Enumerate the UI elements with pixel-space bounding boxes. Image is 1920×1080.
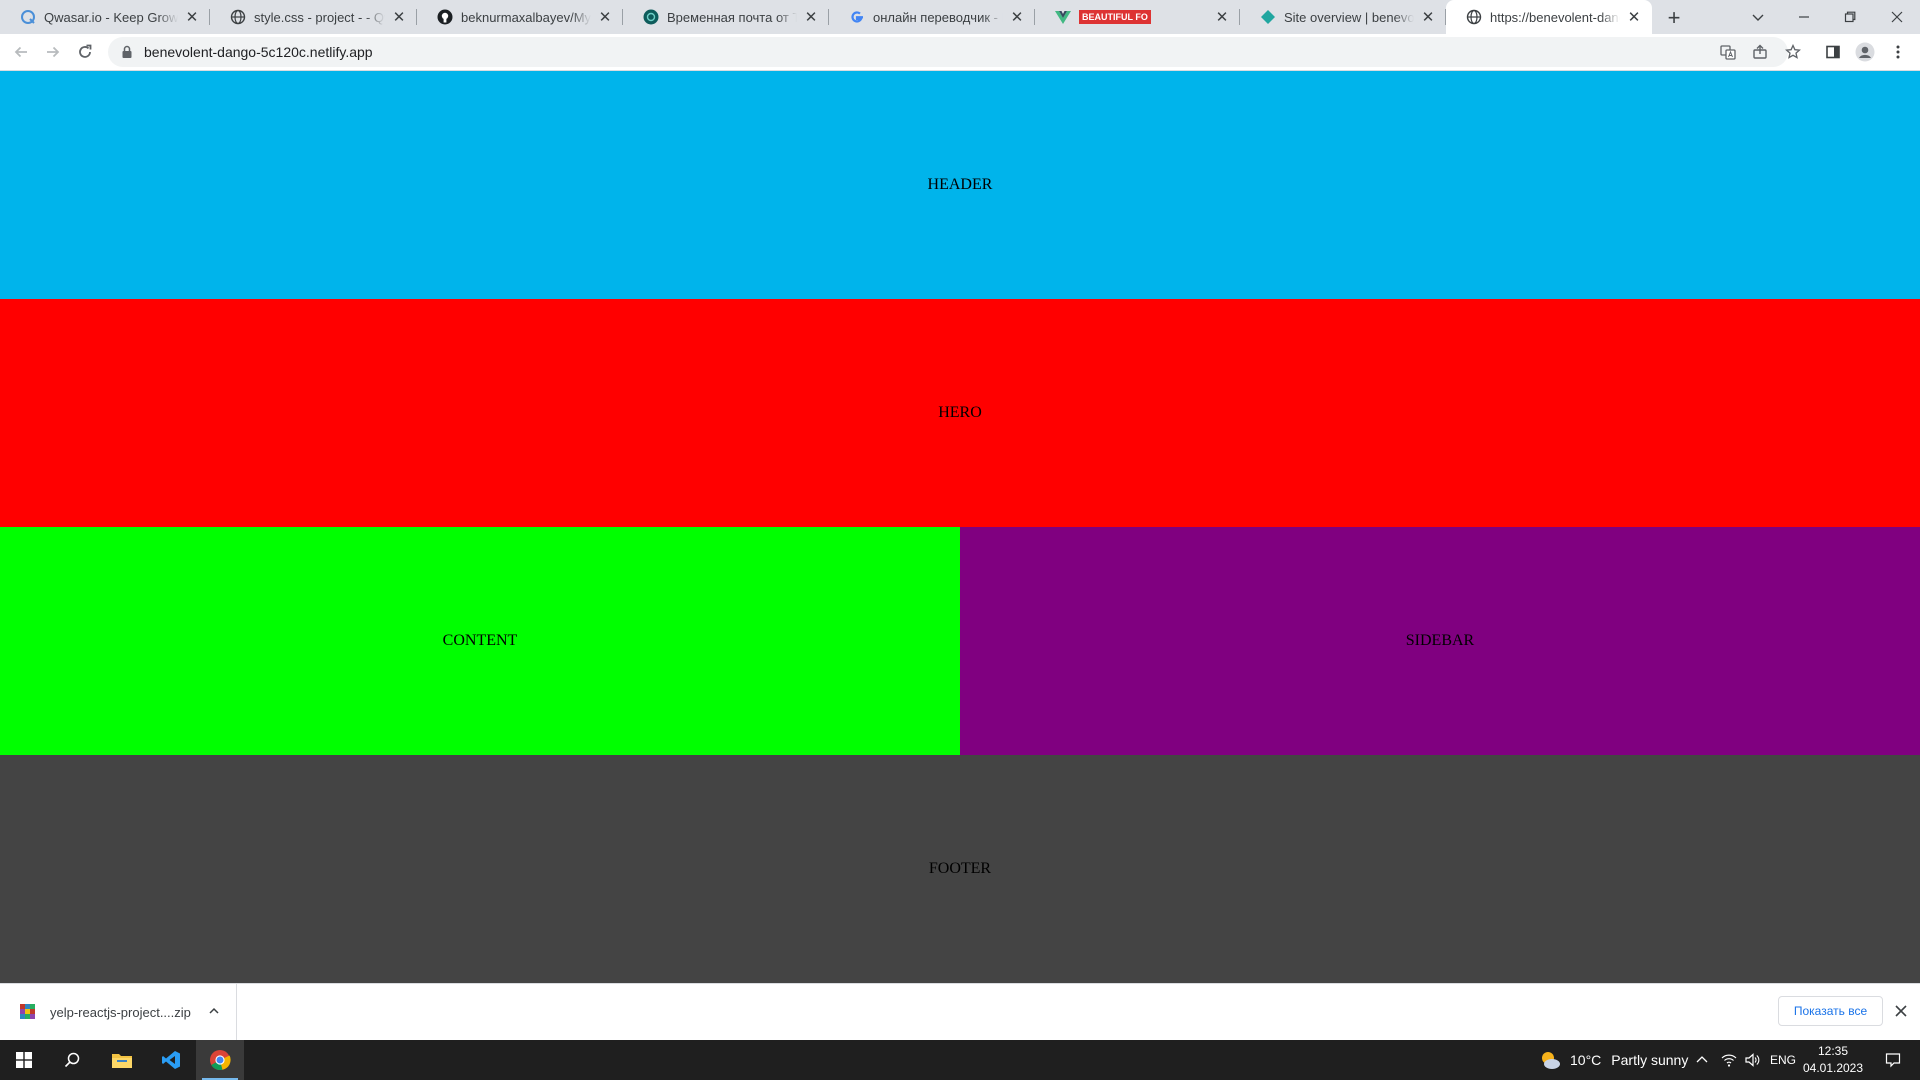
tab-strip: Qwasar.io - Keep Growing ✕ style.css - p… bbox=[0, 0, 1920, 34]
tab-github[interactable]: beknurmaxalbayev/My-Css ✕ bbox=[417, 0, 623, 34]
tab-title: style.css - project - - Qwasar bbox=[254, 9, 385, 25]
bookmark-star-icon[interactable] bbox=[1779, 38, 1807, 66]
sidebar-label: SIDEBAR bbox=[1405, 632, 1475, 649]
close-shelf-icon[interactable] bbox=[1888, 998, 1914, 1024]
vue-icon bbox=[1055, 9, 1071, 25]
tab-google-translate[interactable]: онлайн переводчик - Поиск ✕ bbox=[829, 0, 1035, 34]
tab-title: beknurmaxalbayev/My-Css bbox=[461, 9, 591, 25]
share-icon[interactable] bbox=[1746, 38, 1774, 66]
tab-style-css[interactable]: style.css - project - - Qwasar ✕ bbox=[210, 0, 417, 34]
github-icon bbox=[437, 9, 453, 25]
language-indicator[interactable]: ENG bbox=[1770, 1040, 1796, 1080]
download-item[interactable]: yelp-reactjs-project....zip bbox=[0, 984, 237, 1040]
close-tab-icon[interactable]: ✕ bbox=[803, 9, 819, 26]
tab-title: Site overview | benevolent bbox=[1284, 9, 1414, 25]
weather-condition: Partly sunny bbox=[1611, 1052, 1689, 1068]
webpage-viewport: HEADER HERO CONTENT SIDEBAR FOOTER bbox=[0, 71, 1920, 983]
globe-icon bbox=[1466, 9, 1482, 25]
menu-kebab-icon[interactable] bbox=[1884, 38, 1912, 66]
file-explorer-icon[interactable] bbox=[98, 1040, 146, 1080]
profile-avatar-icon[interactable] bbox=[1851, 38, 1879, 66]
globe-icon bbox=[230, 9, 246, 25]
content-section: CONTENT bbox=[0, 527, 960, 755]
show-all-downloads-button[interactable]: Показать все bbox=[1778, 996, 1883, 1026]
network-icon[interactable] bbox=[1721, 1040, 1737, 1080]
restore-icon[interactable] bbox=[1827, 0, 1873, 34]
tempmail-icon bbox=[643, 9, 659, 25]
browser-toolbar: benevolent-dango-5c120c.netlify.app bbox=[0, 34, 1920, 71]
volume-icon[interactable] bbox=[1744, 1040, 1760, 1080]
download-file-name: yelp-reactjs-project....zip bbox=[50, 1004, 191, 1020]
windows-start-icon[interactable] bbox=[0, 1040, 48, 1080]
close-tab-icon[interactable]: ✕ bbox=[597, 9, 613, 26]
tab-title: BEAUTIFUL FO bbox=[1079, 10, 1208, 24]
vscode-icon[interactable] bbox=[147, 1040, 195, 1080]
footer-section: FOOTER bbox=[0, 755, 1920, 983]
close-tab-icon[interactable]: ✕ bbox=[1214, 9, 1230, 26]
lock-icon[interactable] bbox=[120, 45, 134, 59]
header-section: HEADER bbox=[0, 71, 1920, 299]
weather-widget[interactable]: 10°C Partly sunny bbox=[1538, 1040, 1688, 1080]
partly-sunny-icon bbox=[1538, 1048, 1562, 1072]
close-tab-icon[interactable]: ✕ bbox=[1009, 9, 1025, 26]
tab-title: Временная почта от Temp bbox=[667, 9, 797, 25]
windows-taskbar: 10°C Partly sunny ENG 12:35 04.01.2023 bbox=[0, 1040, 1920, 1080]
address-url: benevolent-dango-5c120c.netlify.app bbox=[144, 44, 373, 60]
tab-tempmail[interactable]: Временная почта от Temp ✕ bbox=[623, 0, 829, 34]
chevron-up-icon[interactable] bbox=[209, 1005, 219, 1019]
reload-icon[interactable] bbox=[71, 38, 99, 66]
google-icon bbox=[849, 9, 865, 25]
side-panel-icon[interactable] bbox=[1819, 38, 1847, 66]
tab-title: https://benevolent-dango bbox=[1490, 9, 1620, 25]
close-window-icon[interactable] bbox=[1874, 0, 1920, 34]
content-label: CONTENT bbox=[442, 632, 518, 649]
netlify-icon bbox=[1260, 9, 1276, 25]
tab-title: Qwasar.io - Keep Growing bbox=[44, 9, 178, 25]
close-tab-icon[interactable]: ✕ bbox=[1420, 9, 1436, 26]
header-label: HEADER bbox=[927, 176, 993, 193]
tray-chevron-up-icon[interactable] bbox=[1696, 1040, 1708, 1080]
tab-benevolent-dango[interactable]: https://benevolent-dango ✕ bbox=[1446, 0, 1652, 34]
notifications-icon[interactable] bbox=[1872, 1040, 1914, 1080]
hero-label: HERO bbox=[938, 404, 982, 421]
translate-icon[interactable] bbox=[1714, 38, 1742, 66]
hero-section: HERO bbox=[0, 299, 1920, 527]
tab-title-badge: BEAUTIFUL FO bbox=[1079, 10, 1151, 24]
chrome-icon[interactable] bbox=[196, 1040, 244, 1080]
tab-search-icon[interactable] bbox=[1735, 0, 1781, 34]
zip-archive-icon bbox=[20, 1004, 36, 1020]
footer-label: FOOTER bbox=[928, 860, 992, 877]
weather-temperature: 10°C bbox=[1570, 1052, 1602, 1068]
close-tab-icon[interactable]: ✕ bbox=[391, 9, 407, 26]
clock-date: 04.01.2023 bbox=[1802, 1061, 1864, 1075]
minimize-icon[interactable] bbox=[1781, 0, 1827, 34]
search-icon[interactable] bbox=[48, 1040, 96, 1080]
new-tab-button[interactable]: + bbox=[1660, 4, 1688, 32]
tab-qwasar[interactable]: Qwasar.io - Keep Growing ✕ bbox=[0, 0, 210, 34]
forward-icon[interactable] bbox=[39, 38, 67, 66]
system-clock[interactable]: 12:35 04.01.2023 bbox=[1800, 1043, 1866, 1077]
close-tab-icon[interactable]: ✕ bbox=[1626, 9, 1642, 26]
tab-title: онлайн переводчик - Поиск bbox=[873, 9, 1003, 25]
back-icon[interactable] bbox=[7, 38, 35, 66]
close-tab-icon[interactable]: ✕ bbox=[184, 9, 200, 26]
sidebar-section: SIDEBAR bbox=[960, 527, 1920, 755]
clock-time: 12:35 bbox=[1817, 1044, 1849, 1058]
address-bar[interactable]: benevolent-dango-5c120c.netlify.app bbox=[108, 37, 1788, 67]
tab-beautiful-form[interactable]: BEAUTIFUL FO ✕ bbox=[1035, 0, 1240, 34]
tab-netlify[interactable]: Site overview | benevolent ✕ bbox=[1240, 0, 1446, 34]
qwasar-icon bbox=[20, 9, 36, 25]
download-shelf: yelp-reactjs-project....zip Показать все bbox=[0, 983, 1920, 1040]
